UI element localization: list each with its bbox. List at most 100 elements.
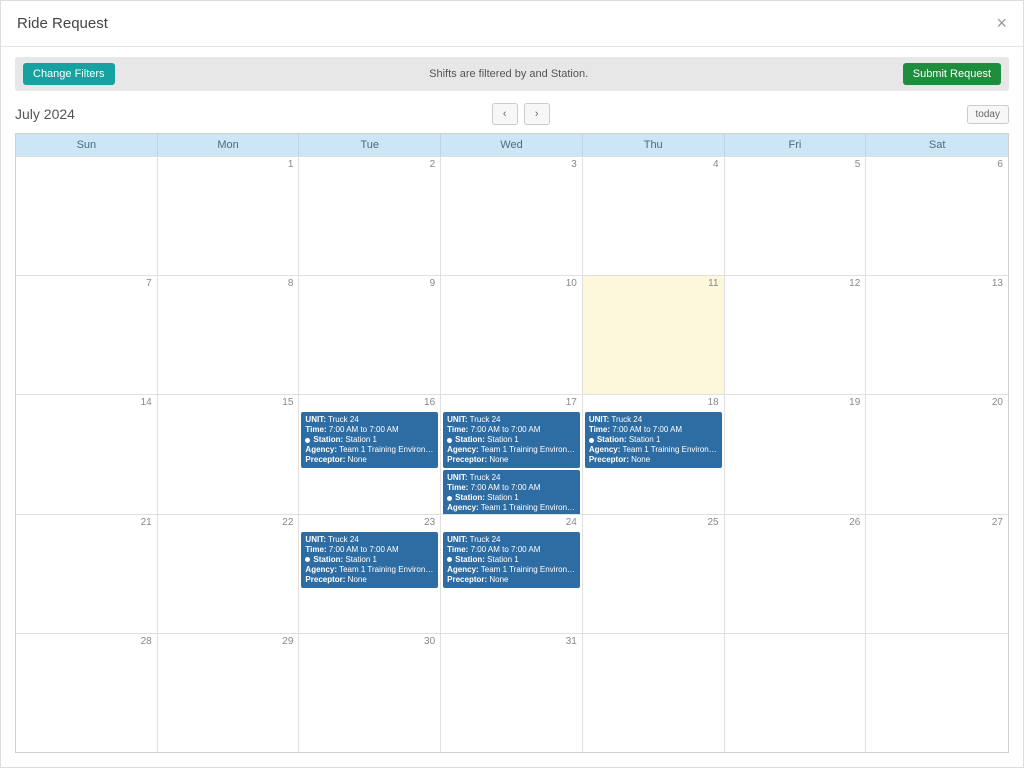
- shift-event[interactable]: UNIT: Truck 24Time: 7:00 AM to 7:00 AMSt…: [443, 532, 580, 588]
- cell-events: UNIT: Truck 24Time: 7:00 AM to 7:00 AMSt…: [443, 412, 580, 513]
- calendar-cell[interactable]: [866, 634, 1008, 752]
- calendar-cell[interactable]: [583, 634, 725, 752]
- shift-event[interactable]: UNIT: Truck 24Time: 7:00 AM to 7:00 AMSt…: [301, 412, 438, 468]
- day-number: 8: [288, 278, 294, 289]
- calendar-cell[interactable]: [16, 157, 158, 275]
- calendar-cell[interactable]: 24 UNIT: Truck 24Time: 7:00 AM to 7:00 AM…: [441, 515, 583, 633]
- day-header-thu: Thu: [583, 134, 725, 156]
- day-number: 27: [992, 517, 1003, 528]
- calendar-cell[interactable]: 9: [299, 276, 441, 394]
- day-number: 18: [707, 397, 718, 408]
- modal-header: Ride Request ×: [1, 1, 1023, 47]
- calendar-week: 28 293031: [16, 633, 1008, 752]
- day-number: 4: [713, 159, 719, 170]
- calendar-week: 21 22 23 UNIT: Truck 24Time: 7:00 AM to 7:0…: [16, 514, 1008, 633]
- shift-event[interactable]: UNIT: Truck 24Time: 7:00 AM to 7:00 AMSt…: [301, 532, 438, 588]
- calendar-cell[interactable]: 4: [583, 157, 725, 275]
- calendar: SunMonTueWedThuFriSat 123456789101112131…: [15, 133, 1009, 753]
- shift-event[interactable]: UNIT: Truck 24Time: 7:00 AM to 7:00 AMSt…: [585, 412, 722, 468]
- calendar-week: 14 15 16 UNIT: Truck 24Time: 7:00 AM to 7:0…: [16, 394, 1008, 513]
- shift-event[interactable]: UNIT: Truck 24Time: 7:00 AM to 7:00 AMSt…: [443, 470, 580, 513]
- calendar-cell[interactable]: 5: [725, 157, 867, 275]
- day-number: 28: [141, 636, 152, 647]
- day-number: 3: [571, 159, 577, 170]
- day-number: 5: [855, 159, 861, 170]
- today-button[interactable]: today: [967, 105, 1009, 124]
- day-number: 6: [997, 159, 1003, 170]
- filter-description: Shifts are filtered by and Station.: [125, 68, 893, 80]
- calendar-cell[interactable]: 17 UNIT: Truck 24Time: 7:00 AM to 7:00 AM…: [441, 395, 583, 513]
- next-month-button[interactable]: ›: [524, 103, 550, 125]
- day-number: 26: [849, 517, 860, 528]
- calendar-cell[interactable]: 18 UNIT: Truck 24Time: 7:00 AM to 7:00 AM…: [583, 395, 725, 513]
- day-number: 14: [141, 397, 152, 408]
- calendar-cell[interactable]: 31: [441, 634, 583, 752]
- day-number: 13: [992, 278, 1003, 289]
- calendar-cell[interactable]: 3: [441, 157, 583, 275]
- calendar-weeks: 12345678910111213141516UNIT: Truck 24Tim…: [16, 156, 1008, 752]
- day-number: 15: [282, 397, 293, 408]
- calendar-cell[interactable]: 30: [299, 634, 441, 752]
- calendar-cell[interactable]: 21: [16, 515, 158, 633]
- calendar-week: 7 8 9 10 11 12 13: [16, 275, 1008, 394]
- day-header-mon: Mon: [158, 134, 300, 156]
- calendar-cell[interactable]: 2: [299, 157, 441, 275]
- modal-title: Ride Request: [17, 15, 108, 32]
- ride-request-modal: Ride Request × Change Filters Shifts are…: [0, 0, 1024, 768]
- day-header-tue: Tue: [299, 134, 441, 156]
- calendar-cell[interactable]: 22: [158, 515, 300, 633]
- calendar-cell[interactable]: 25: [583, 515, 725, 633]
- calendar-cell[interactable]: 11: [583, 276, 725, 394]
- calendar-cell[interactable]: 29: [158, 634, 300, 752]
- day-number: 12: [849, 278, 860, 289]
- calendar-nav: July 2024 ‹ › today: [1, 97, 1023, 129]
- calendar-cell[interactable]: 14: [16, 395, 158, 513]
- shift-event[interactable]: UNIT: Truck 24Time: 7:00 AM to 7:00 AMSt…: [443, 412, 580, 468]
- close-button[interactable]: ×: [996, 13, 1007, 34]
- day-header-fri: Fri: [725, 134, 867, 156]
- submit-request-button[interactable]: Submit Request: [903, 63, 1001, 85]
- calendar-cell[interactable]: 1: [158, 157, 300, 275]
- prev-month-button[interactable]: ‹: [492, 103, 518, 125]
- day-number: 7: [146, 278, 152, 289]
- cell-events: UNIT: Truck 24Time: 7:00 AM to 7:00 AMSt…: [301, 412, 438, 468]
- calendar-cell[interactable]: [725, 634, 867, 752]
- calendar-cell[interactable]: 7: [16, 276, 158, 394]
- day-number: 1: [288, 159, 294, 170]
- day-number: 17: [566, 397, 577, 408]
- calendar-cell[interactable]: 20: [866, 395, 1008, 513]
- filter-bar: Change Filters Shifts are filtered by an…: [15, 57, 1009, 91]
- day-header-wed: Wed: [441, 134, 583, 156]
- calendar-cell[interactable]: 15: [158, 395, 300, 513]
- day-number: 24: [566, 517, 577, 528]
- toolbar: Change Filters Shifts are filtered by an…: [1, 47, 1023, 97]
- calendar-cell[interactable]: 19: [725, 395, 867, 513]
- calendar-cell[interactable]: 6: [866, 157, 1008, 275]
- day-number: 22: [282, 517, 293, 528]
- calendar-week: 1 2 3 4 5 6: [16, 156, 1008, 275]
- day-number: 19: [849, 397, 860, 408]
- day-number: 11: [708, 278, 718, 289]
- calendar-cell[interactable]: 27: [866, 515, 1008, 633]
- day-number: 23: [424, 517, 435, 528]
- calendar-cell[interactable]: 13: [866, 276, 1008, 394]
- calendar-day-header: SunMonTueWedThuFriSat: [16, 134, 1008, 156]
- change-filters-button[interactable]: Change Filters: [23, 63, 115, 85]
- calendar-cell[interactable]: 10: [441, 276, 583, 394]
- day-number: 21: [141, 517, 152, 528]
- day-number: 16: [424, 397, 435, 408]
- calendar-cell[interactable]: 16 UNIT: Truck 24Time: 7:00 AM to 7:00 AM…: [299, 395, 441, 513]
- cell-events: UNIT: Truck 24Time: 7:00 AM to 7:00 AMSt…: [443, 532, 580, 588]
- month-label: July 2024: [15, 106, 75, 122]
- day-header-sun: Sun: [16, 134, 158, 156]
- calendar-cell[interactable]: 12: [725, 276, 867, 394]
- calendar-cell[interactable]: 23 UNIT: Truck 24Time: 7:00 AM to 7:00 AM…: [299, 515, 441, 633]
- day-header-sat: Sat: [866, 134, 1008, 156]
- day-number: 9: [430, 278, 436, 289]
- day-number: 2: [430, 159, 436, 170]
- calendar-cell[interactable]: 28: [16, 634, 158, 752]
- calendar-cell[interactable]: 8: [158, 276, 300, 394]
- day-number: 10: [566, 278, 577, 289]
- month-nav-buttons: ‹ ›: [75, 103, 967, 125]
- calendar-cell[interactable]: 26: [725, 515, 867, 633]
